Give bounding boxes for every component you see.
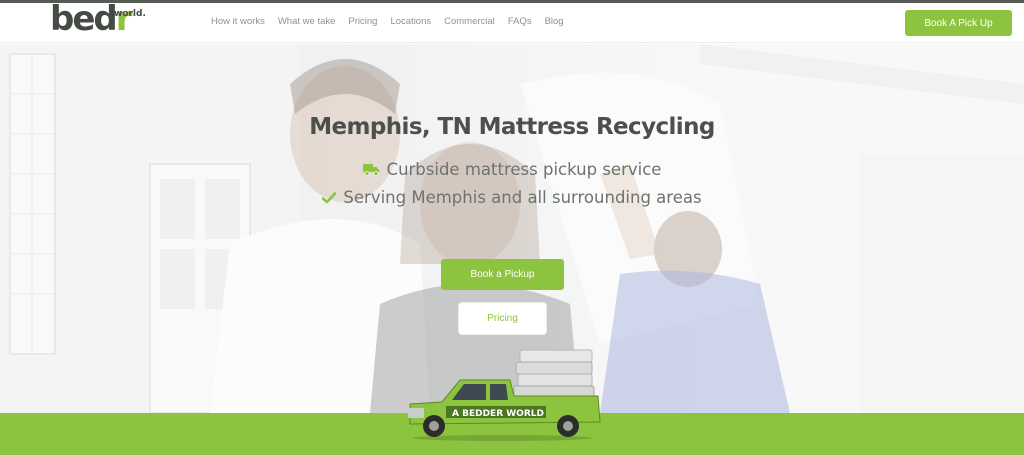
feature-curbside: Curbside mattress pickup service — [0, 160, 1024, 179]
nav-pricing[interactable]: Pricing — [348, 16, 377, 27]
main-nav: How it works What we take Pricing Locati… — [211, 16, 564, 27]
mattress-stack — [513, 349, 595, 399]
nav-how-it-works[interactable]: How it works — [211, 16, 265, 27]
page-title: Memphis, TN Mattress Recycling — [309, 114, 715, 140]
logo-wordmark: bedr — [50, 0, 133, 39]
bedr-world-logo[interactable]: bedr world. — [50, 0, 146, 43]
pricing-button[interactable]: Pricing — [459, 303, 546, 334]
nav-locations[interactable]: Locations — [390, 16, 431, 27]
pickup-truck-icon: A BEDDER WORLD — [408, 349, 601, 441]
site-header: bedr world. How it works What we take Pr… — [0, 0, 1024, 43]
book-a-pickup-button[interactable]: Book a Pickup — [441, 259, 564, 290]
truck-icon — [362, 164, 380, 176]
feature-curbside-text: Curbside mattress pickup service — [386, 160, 662, 179]
logo-subtext: world. — [114, 9, 146, 19]
nav-commercial[interactable]: Commercial — [444, 16, 495, 27]
checkmark-icon — [322, 191, 337, 203]
nav-what-we-take[interactable]: What we take — [278, 16, 336, 27]
nav-faqs[interactable]: FAQs — [508, 16, 532, 27]
book-a-pickup-header-button[interactable]: Book A Pick Up — [905, 10, 1012, 36]
truck-decal-text: A BEDDER WORLD — [452, 409, 544, 419]
nav-blog[interactable]: Blog — [545, 16, 564, 27]
feature-service-area-text: Serving Memphis and all surrounding area… — [343, 188, 702, 207]
feature-service-area: Serving Memphis and all surrounding area… — [0, 188, 1024, 207]
